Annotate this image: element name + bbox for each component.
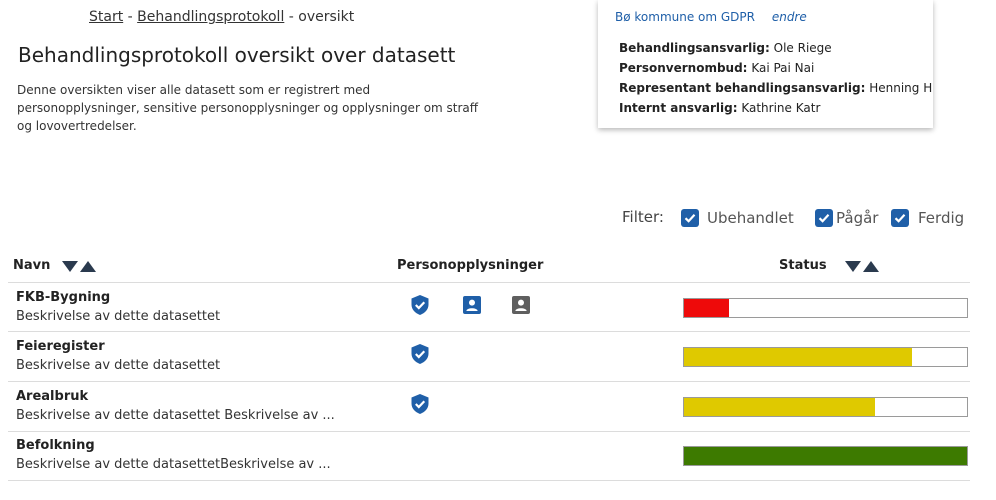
breadcrumb: Start - Behandlingsprotokoll - oversikt [89,9,354,25]
gdpr-item-label: Personvernombud: [619,61,748,75]
dataset-description: Beskrivelse av dette datasettet [16,358,221,373]
sort-status-control[interactable] [845,261,879,272]
checkbox-checked-icon[interactable] [891,209,909,227]
gdpr-item: Personvernombud: Kai Pai Nai [619,58,932,78]
divider [8,480,970,481]
filter-option-label: Pågår [836,209,879,227]
dataset-description: Beskrivelse av dette datasettetBeskrivel… [16,457,331,472]
page-title: Behandlingsprotokoll oversikt over datas… [18,43,456,67]
gdpr-card-header: Bø kommune om GDPR endre [615,10,807,24]
status-progress-bar [683,298,968,318]
gdpr-item-label: Representant behandlingsansvarlig: [619,81,866,95]
column-header-name: Navn [13,258,51,273]
filter-option-label: Ferdig [918,209,965,227]
sort-name-control[interactable] [62,261,96,272]
breadcrumb-separator: - [123,9,138,25]
shield-icon [411,394,429,414]
gdpr-item-value: Ole Riege [773,41,832,55]
status-progress-fill [684,348,912,366]
sort-descending-icon[interactable] [845,261,861,272]
breadcrumb-current: oversikt [298,9,355,25]
filter-ubehandlet[interactable]: Ubehandlet [681,209,794,227]
dataset-description: Beskrivelse av dette datasettet Beskrive… [16,408,335,423]
gdpr-card-title: Bø kommune om GDPR [615,10,755,24]
filter-pagar[interactable]: Pågår [815,209,878,227]
table-row[interactable]: Arealbruk Beskrivelse av dette datasette… [0,382,996,431]
status-progress-bar [683,397,968,417]
checkbox-checked-icon[interactable] [815,209,833,227]
person-gray-icon [512,296,530,314]
dataset-name: Arealbruk [16,389,89,404]
shield-icon [411,295,429,315]
gdpr-item-value: Henning H [869,81,933,95]
column-header-status: Status [779,258,827,273]
gdpr-item-value: Kai Pai Nai [751,61,815,75]
breadcrumb-start-link[interactable]: Start [89,9,123,25]
gdpr-item-label: Internt ansvarlig: [619,101,738,115]
filter-ferdig[interactable]: Ferdig [891,209,964,227]
sort-ascending-icon[interactable] [863,261,879,272]
dataset-name: Befolkning [16,438,95,453]
filter-label: Filter: [622,208,664,226]
table-row[interactable]: Befolkning Beskrivelse av dette datasett… [0,431,996,480]
status-progress-fill [684,398,876,416]
gdpr-item-value: Kathrine Katr [741,101,821,115]
sort-descending-icon[interactable] [62,261,78,272]
gdpr-item: Behandlingsansvarlig: Ole Riege [619,38,932,58]
person-blue-icon [463,296,481,314]
shield-icon [411,344,429,364]
table-row[interactable]: Feieregister Beskrivelse av dette datase… [0,332,996,381]
checkbox-checked-icon[interactable] [681,209,699,227]
column-header-personal-data: Personopplysninger [397,258,544,273]
gdpr-item: Internt ansvarlig: Kathrine Katr [619,98,932,118]
page-description: Denne oversikten viser alle datasett som… [17,83,479,133]
gdpr-info-card: Bø kommune om GDPR endre Behandlingsansv… [598,0,933,128]
status-progress-fill [684,447,967,465]
sort-ascending-icon[interactable] [80,261,96,272]
gdpr-edit-link[interactable]: endre [772,10,807,24]
gdpr-item-label: Behandlingsansvarlig: [619,41,770,55]
status-progress-bar [683,347,968,367]
table-row[interactable]: FKB-Bygning Beskrivelse av dette dataset… [0,283,996,332]
dataset-name: Feieregister [16,339,105,354]
breadcrumb-separator: - [284,9,299,25]
gdpr-responsibles-list: Behandlingsansvarlig: Ole Riege Personve… [619,38,932,118]
status-progress-bar [683,446,968,466]
status-progress-fill [684,299,730,317]
dataset-name: FKB-Bygning [16,290,111,305]
breadcrumb-protocol-link[interactable]: Behandlingsprotokoll [137,9,284,25]
filter-option-label: Ubehandlet [707,209,794,227]
dataset-description: Beskrivelse av dette datasettet [16,309,221,324]
gdpr-item: Representant behandlingsansvarlig: Henni… [619,78,932,98]
